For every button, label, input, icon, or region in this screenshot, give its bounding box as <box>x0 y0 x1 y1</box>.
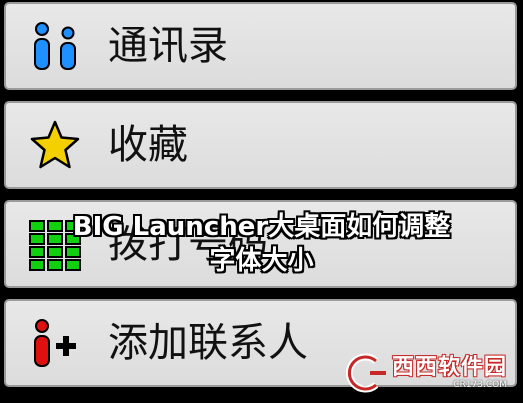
menu-item-contacts[interactable]: 通讯录 <box>4 2 517 90</box>
contacts-icon <box>28 19 82 73</box>
menu-item-label: 收藏 <box>108 122 188 168</box>
menu-item-add-contact[interactable]: 添加联系人 <box>4 299 517 387</box>
menu-item-label: 添加联系人 <box>108 320 308 366</box>
star-icon <box>28 118 82 172</box>
menu-item-favorites[interactable]: 收藏 <box>4 101 517 189</box>
menu-list: 通讯录 收藏 拨打号码 添加联系人 <box>0 0 523 403</box>
dialpad-icon <box>28 217 82 271</box>
menu-item-label: 通讯录 <box>108 23 228 69</box>
menu-item-dial[interactable]: 拨打号码 <box>4 200 517 288</box>
add-contact-icon <box>28 316 82 370</box>
menu-item-label: 拨打号码 <box>108 221 268 267</box>
